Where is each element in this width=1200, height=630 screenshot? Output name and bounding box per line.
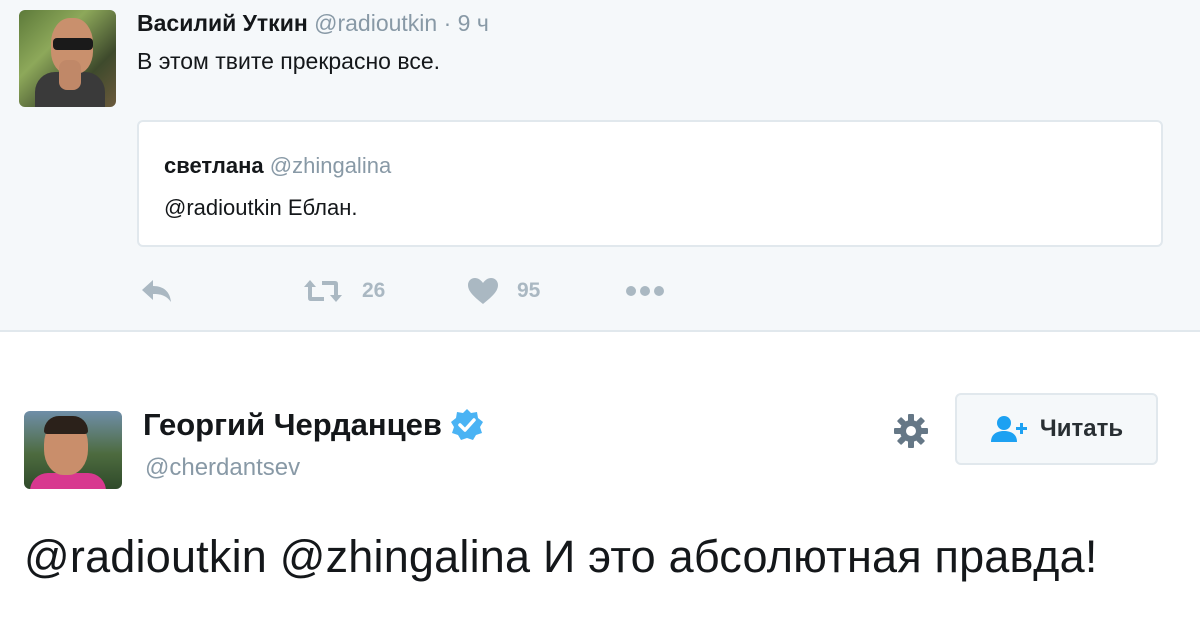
quoted-author-name: светлана bbox=[164, 153, 264, 178]
tweet-text: В этом твите прекрасно все. bbox=[137, 48, 440, 74]
reply-button[interactable] bbox=[140, 274, 174, 308]
main-tweet-text: @radioutkin @zhingalina И это абсолютная… bbox=[24, 531, 1098, 582]
gear-icon bbox=[894, 414, 928, 448]
profile-name[interactable]: Георгий Черданцев bbox=[143, 407, 484, 443]
add-user-icon bbox=[990, 416, 1027, 442]
like-count: 95 bbox=[517, 279, 541, 302]
retweet-count: 26 bbox=[362, 279, 386, 302]
quoted-tweet[interactable]: светлана @zhingalina @radioutkin Еблан. bbox=[137, 120, 1163, 247]
verified-badge-icon bbox=[450, 409, 483, 440]
author-handle[interactable]: @radioutkin bbox=[314, 10, 437, 36]
avatar-hand bbox=[59, 60, 81, 90]
avatar-glasses bbox=[53, 38, 93, 50]
retweet-button[interactable]: 26 bbox=[302, 274, 385, 308]
avatar-shirt bbox=[30, 473, 106, 489]
profile-name-text: Георгий Черданцев bbox=[143, 407, 442, 442]
tweet-top: Василий Уткин @radioutkin · 9 ч В этом т… bbox=[0, 0, 1200, 332]
quoted-header: светлана @zhingalina bbox=[164, 153, 391, 179]
like-button[interactable]: 95 bbox=[467, 274, 540, 308]
heart-icon bbox=[468, 278, 498, 304]
reply-icon bbox=[142, 280, 171, 302]
avatar-vasily-utkin[interactable] bbox=[19, 10, 116, 107]
follow-button[interactable]: Читать bbox=[955, 393, 1158, 465]
follow-label: Читать bbox=[1039, 415, 1124, 442]
profile-handle[interactable]: @cherdantsev bbox=[145, 454, 300, 482]
more-dots-icon bbox=[626, 286, 664, 296]
avatar-hair bbox=[44, 416, 88, 434]
tweet-actions: 26 95 bbox=[0, 274, 1200, 310]
settings-button[interactable] bbox=[893, 413, 929, 454]
tweet-time[interactable]: · 9 ч bbox=[444, 10, 489, 36]
author-name[interactable]: Василий Уткин bbox=[137, 10, 308, 36]
more-button[interactable] bbox=[625, 274, 667, 308]
avatar-georgy-cherdantsev[interactable] bbox=[24, 411, 122, 489]
quoted-author-handle: @zhingalina bbox=[269, 153, 392, 178]
quoted-text: @radioutkin Еблан. bbox=[164, 195, 358, 220]
tweet-header: Василий Уткин @radioutkin · 9 ч bbox=[137, 10, 489, 37]
retweet-icon bbox=[304, 280, 342, 302]
